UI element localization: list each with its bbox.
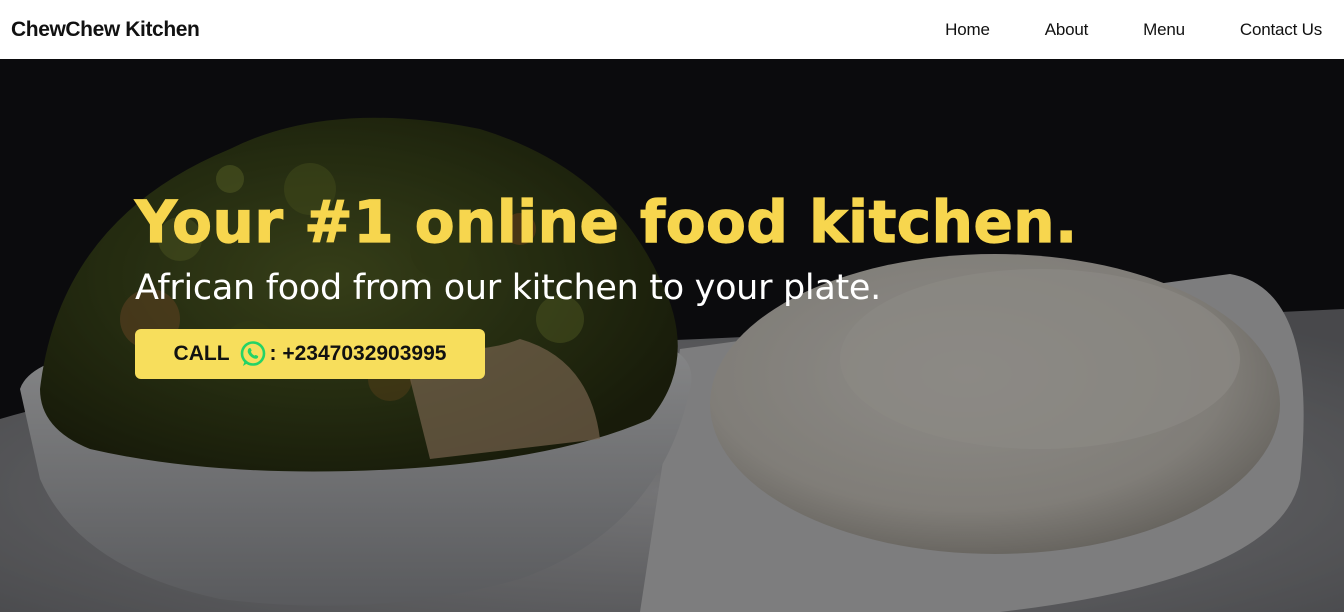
hero-section: Your #1 online food kitchen. African foo… <box>0 59 1344 612</box>
call-label: CALL <box>173 342 230 365</box>
hero-title: Your #1 online food kitchen. <box>134 187 1078 256</box>
nav-links: Home About Menu Contact Us <box>945 20 1322 40</box>
nav-contact-link[interactable]: Contact Us <box>1240 20 1322 40</box>
nav-about-link[interactable]: About <box>1045 20 1089 40</box>
hero-content: Your #1 online food kitchen. African foo… <box>134 187 1078 379</box>
nav-home-link[interactable]: Home <box>945 20 990 40</box>
call-phone-number: : +2347032903995 <box>269 342 447 365</box>
call-button[interactable]: CALL : +2347032903995 <box>135 329 485 379</box>
nav-menu-link[interactable]: Menu <box>1143 20 1185 40</box>
hero-subtitle: African food from our kitchen to your pl… <box>135 268 881 308</box>
top-navbar: ChewChew Kitchen Home About Menu Contact… <box>0 0 1344 59</box>
whatsapp-icon <box>239 340 267 368</box>
brand-logo[interactable]: ChewChew Kitchen <box>11 18 200 42</box>
